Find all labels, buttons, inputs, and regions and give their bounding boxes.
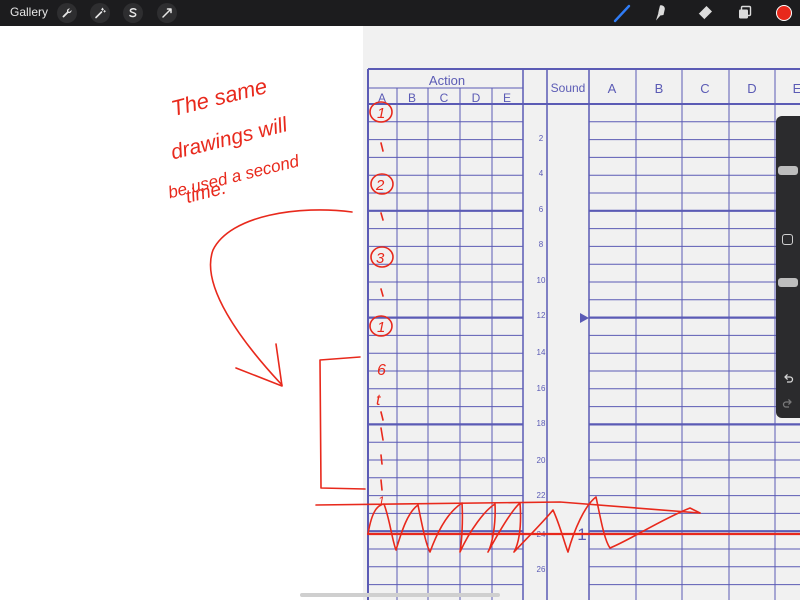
annotation-layer: The same drawings will be used a second … xyxy=(166,73,800,553)
column-mark: 1 xyxy=(377,105,385,122)
guide-line xyxy=(315,501,701,514)
wave-scribble xyxy=(367,496,701,553)
column-mark: 1 xyxy=(378,494,385,508)
column-mark: t xyxy=(376,392,381,409)
ditto-mark xyxy=(380,142,384,152)
ditto-mark xyxy=(380,288,384,297)
ditto-mark xyxy=(380,454,383,465)
arrow-head-icon xyxy=(235,343,283,387)
ditto-mark xyxy=(380,212,384,221)
home-indicator xyxy=(300,593,500,597)
brush-size-slider[interactable] xyxy=(778,166,798,175)
bracket-mark xyxy=(319,356,366,490)
square-icon[interactable] xyxy=(782,234,793,245)
column-mark: 3 xyxy=(376,250,385,267)
brush-sidebar xyxy=(776,116,800,418)
ditto-mark xyxy=(380,427,384,441)
ditto-mark xyxy=(380,479,383,491)
ditto-mark xyxy=(380,411,384,421)
brush-opacity-slider[interactable] xyxy=(778,278,798,287)
redo-icon[interactable] xyxy=(781,397,795,411)
undo-icon[interactable] xyxy=(781,372,795,386)
column-mark: 1 xyxy=(377,319,385,336)
column-mark: 6 xyxy=(377,362,386,379)
column-mark: 2 xyxy=(375,177,385,194)
note-line: The same xyxy=(169,73,270,121)
